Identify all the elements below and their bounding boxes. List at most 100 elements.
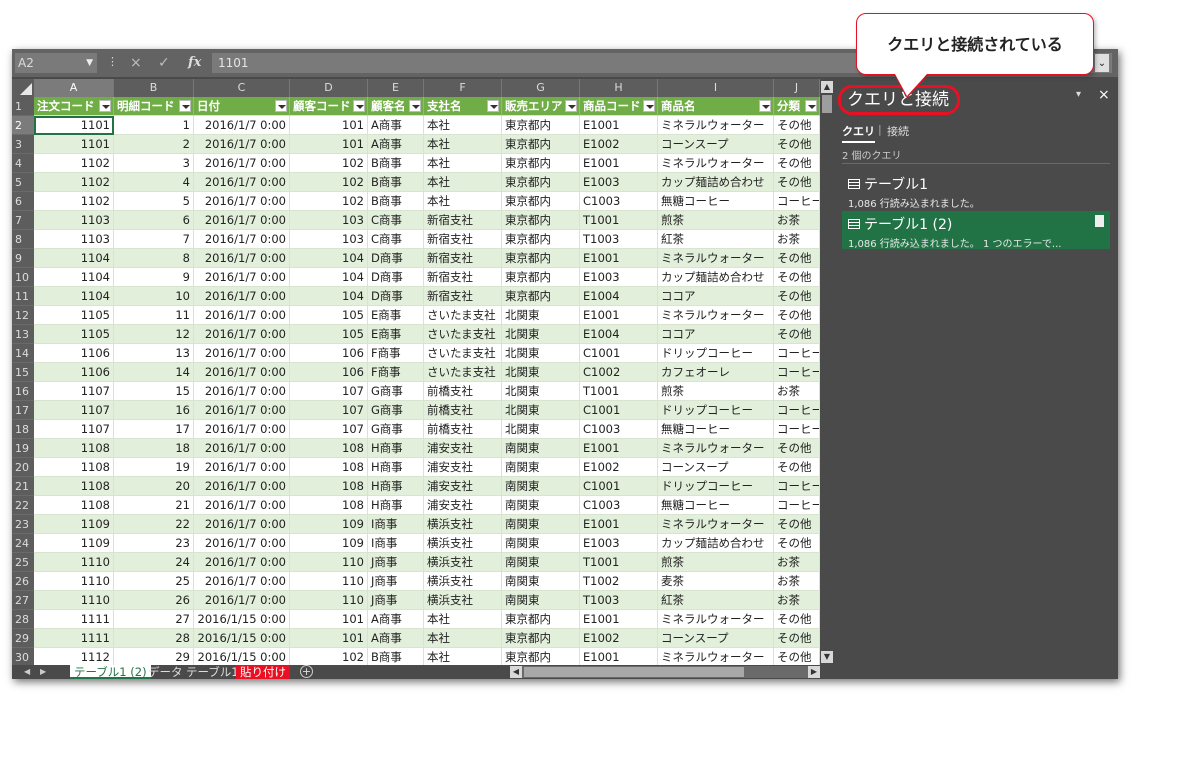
table-cell[interactable]: 2016/1/7 0:00	[194, 382, 290, 401]
table-cell[interactable]: C1001	[580, 344, 658, 363]
row-header[interactable]: 3	[12, 135, 34, 154]
table-cell[interactable]: G商事	[368, 382, 424, 401]
table-cell[interactable]: E1001	[580, 515, 658, 534]
table-cell[interactable]: コーヒー	[774, 496, 820, 515]
row-header[interactable]: 15	[12, 363, 34, 382]
row-header[interactable]: 25	[12, 553, 34, 572]
table-cell[interactable]: 26	[114, 591, 194, 610]
row-header[interactable]: 29	[12, 629, 34, 648]
table-cell[interactable]: 25	[114, 572, 194, 591]
table-cell[interactable]: 2016/1/7 0:00	[194, 496, 290, 515]
table-cell[interactable]: 前橋支社	[424, 382, 502, 401]
table-cell[interactable]: 101	[290, 610, 368, 629]
h-scroll-thumb[interactable]	[524, 667, 744, 677]
table-cell[interactable]: I商事	[368, 534, 424, 553]
table-cell[interactable]: 105	[290, 306, 368, 325]
scroll-right-icon[interactable]: ▶	[808, 666, 820, 678]
prev-sheet-icon[interactable]: ◀	[24, 665, 30, 679]
table-cell[interactable]: 1107	[34, 401, 114, 420]
table-cell[interactable]: 108	[290, 458, 368, 477]
table-cell[interactable]: C商事	[368, 230, 424, 249]
table-cell[interactable]: 1102	[34, 192, 114, 211]
table-cell[interactable]: 103	[290, 211, 368, 230]
column-header-i[interactable]: I	[658, 79, 774, 97]
table-cell[interactable]: 103	[290, 230, 368, 249]
header-cell[interactable]: 日付	[194, 97, 290, 116]
scroll-up-icon[interactable]: ▲	[821, 81, 833, 93]
table-cell[interactable]: 前橋支社	[424, 420, 502, 439]
table-cell[interactable]: I商事	[368, 515, 424, 534]
table-cell[interactable]: ミネラルウォーター	[658, 439, 774, 458]
table-cell[interactable]: C1001	[580, 477, 658, 496]
table-cell[interactable]: コーンスープ	[658, 135, 774, 154]
table-cell[interactable]: 7	[114, 230, 194, 249]
table-cell[interactable]: 北関東	[502, 363, 580, 382]
table-cell[interactable]: 107	[290, 401, 368, 420]
table-cell[interactable]: 2016/1/7 0:00	[194, 268, 290, 287]
table-cell[interactable]: 北関東	[502, 306, 580, 325]
row-header[interactable]: 16	[12, 382, 34, 401]
table-cell[interactable]: その他	[774, 515, 820, 534]
row-header[interactable]: 20	[12, 458, 34, 477]
table-cell[interactable]: 1108	[34, 496, 114, 515]
table-cell[interactable]: その他	[774, 648, 820, 665]
table-cell[interactable]: G商事	[368, 420, 424, 439]
table-cell[interactable]: 2016/1/7 0:00	[194, 401, 290, 420]
table-cell[interactable]: 10	[114, 287, 194, 306]
filter-dropdown-icon[interactable]	[643, 100, 655, 112]
expand-formula-icon[interactable]: ⌄	[1095, 54, 1109, 72]
table-cell[interactable]: 22	[114, 515, 194, 534]
table-cell[interactable]: 南関東	[502, 553, 580, 572]
table-cell[interactable]: ミネラルウォーター	[658, 515, 774, 534]
header-cell[interactable]: 注文コード	[34, 97, 114, 116]
table-cell[interactable]: 東京都内	[502, 249, 580, 268]
row-header[interactable]: 8	[12, 230, 34, 249]
table-cell[interactable]: 浦安支社	[424, 496, 502, 515]
table-cell[interactable]: 本社	[424, 154, 502, 173]
row-header[interactable]: 27	[12, 591, 34, 610]
column-header-j[interactable]: J	[774, 79, 820, 97]
column-header-d[interactable]: D	[290, 79, 368, 97]
table-cell[interactable]: 東京都内	[502, 648, 580, 665]
table-cell[interactable]: 2016/1/7 0:00	[194, 325, 290, 344]
row-header[interactable]: 14	[12, 344, 34, 363]
table-cell[interactable]: 2016/1/7 0:00	[194, 249, 290, 268]
table-cell[interactable]: A商事	[368, 135, 424, 154]
table-cell[interactable]: さいたま支社	[424, 344, 502, 363]
table-cell[interactable]: 2016/1/7 0:00	[194, 591, 290, 610]
table-cell[interactable]: E1001	[580, 648, 658, 665]
table-cell[interactable]: コーヒー	[774, 420, 820, 439]
table-cell[interactable]: D商事	[368, 287, 424, 306]
row-header[interactable]: 9	[12, 249, 34, 268]
scroll-thumb[interactable]	[822, 95, 832, 113]
table-cell[interactable]: H商事	[368, 496, 424, 515]
table-cell[interactable]: 1106	[34, 344, 114, 363]
table-cell[interactable]: 24	[114, 553, 194, 572]
table-cell[interactable]: さいたま支社	[424, 363, 502, 382]
vertical-scrollbar[interactable]: ▲ ▼	[820, 79, 834, 665]
table-cell[interactable]: F商事	[368, 344, 424, 363]
table-cell[interactable]: お茶	[774, 591, 820, 610]
row-header[interactable]: 5	[12, 173, 34, 192]
table-cell[interactable]: 南関東	[502, 477, 580, 496]
table-cell[interactable]: カップ麺詰め合わせ	[658, 173, 774, 192]
table-cell[interactable]: D商事	[368, 268, 424, 287]
table-cell[interactable]: 110	[290, 553, 368, 572]
table-cell[interactable]: コーヒー	[774, 192, 820, 211]
table-cell[interactable]: 本社	[424, 135, 502, 154]
pane-options-icon[interactable]: ▾	[1076, 89, 1081, 100]
row-header[interactable]: 26	[12, 572, 34, 591]
header-cell[interactable]: 分類	[774, 97, 820, 116]
table-cell[interactable]: T1002	[580, 572, 658, 591]
table-cell[interactable]: 8	[114, 249, 194, 268]
table-cell[interactable]: 19	[114, 458, 194, 477]
table-cell[interactable]: 1108	[34, 458, 114, 477]
table-cell[interactable]: 104	[290, 249, 368, 268]
pane-close-icon[interactable]: ×	[1098, 87, 1110, 103]
table-cell[interactable]: 110	[290, 572, 368, 591]
table-cell[interactable]: 27	[114, 610, 194, 629]
table-cell[interactable]: コーヒー	[774, 477, 820, 496]
table-cell[interactable]: ミネラルウォーター	[658, 610, 774, 629]
table-cell[interactable]: B商事	[368, 648, 424, 665]
filter-dropdown-icon[interactable]	[759, 100, 771, 112]
